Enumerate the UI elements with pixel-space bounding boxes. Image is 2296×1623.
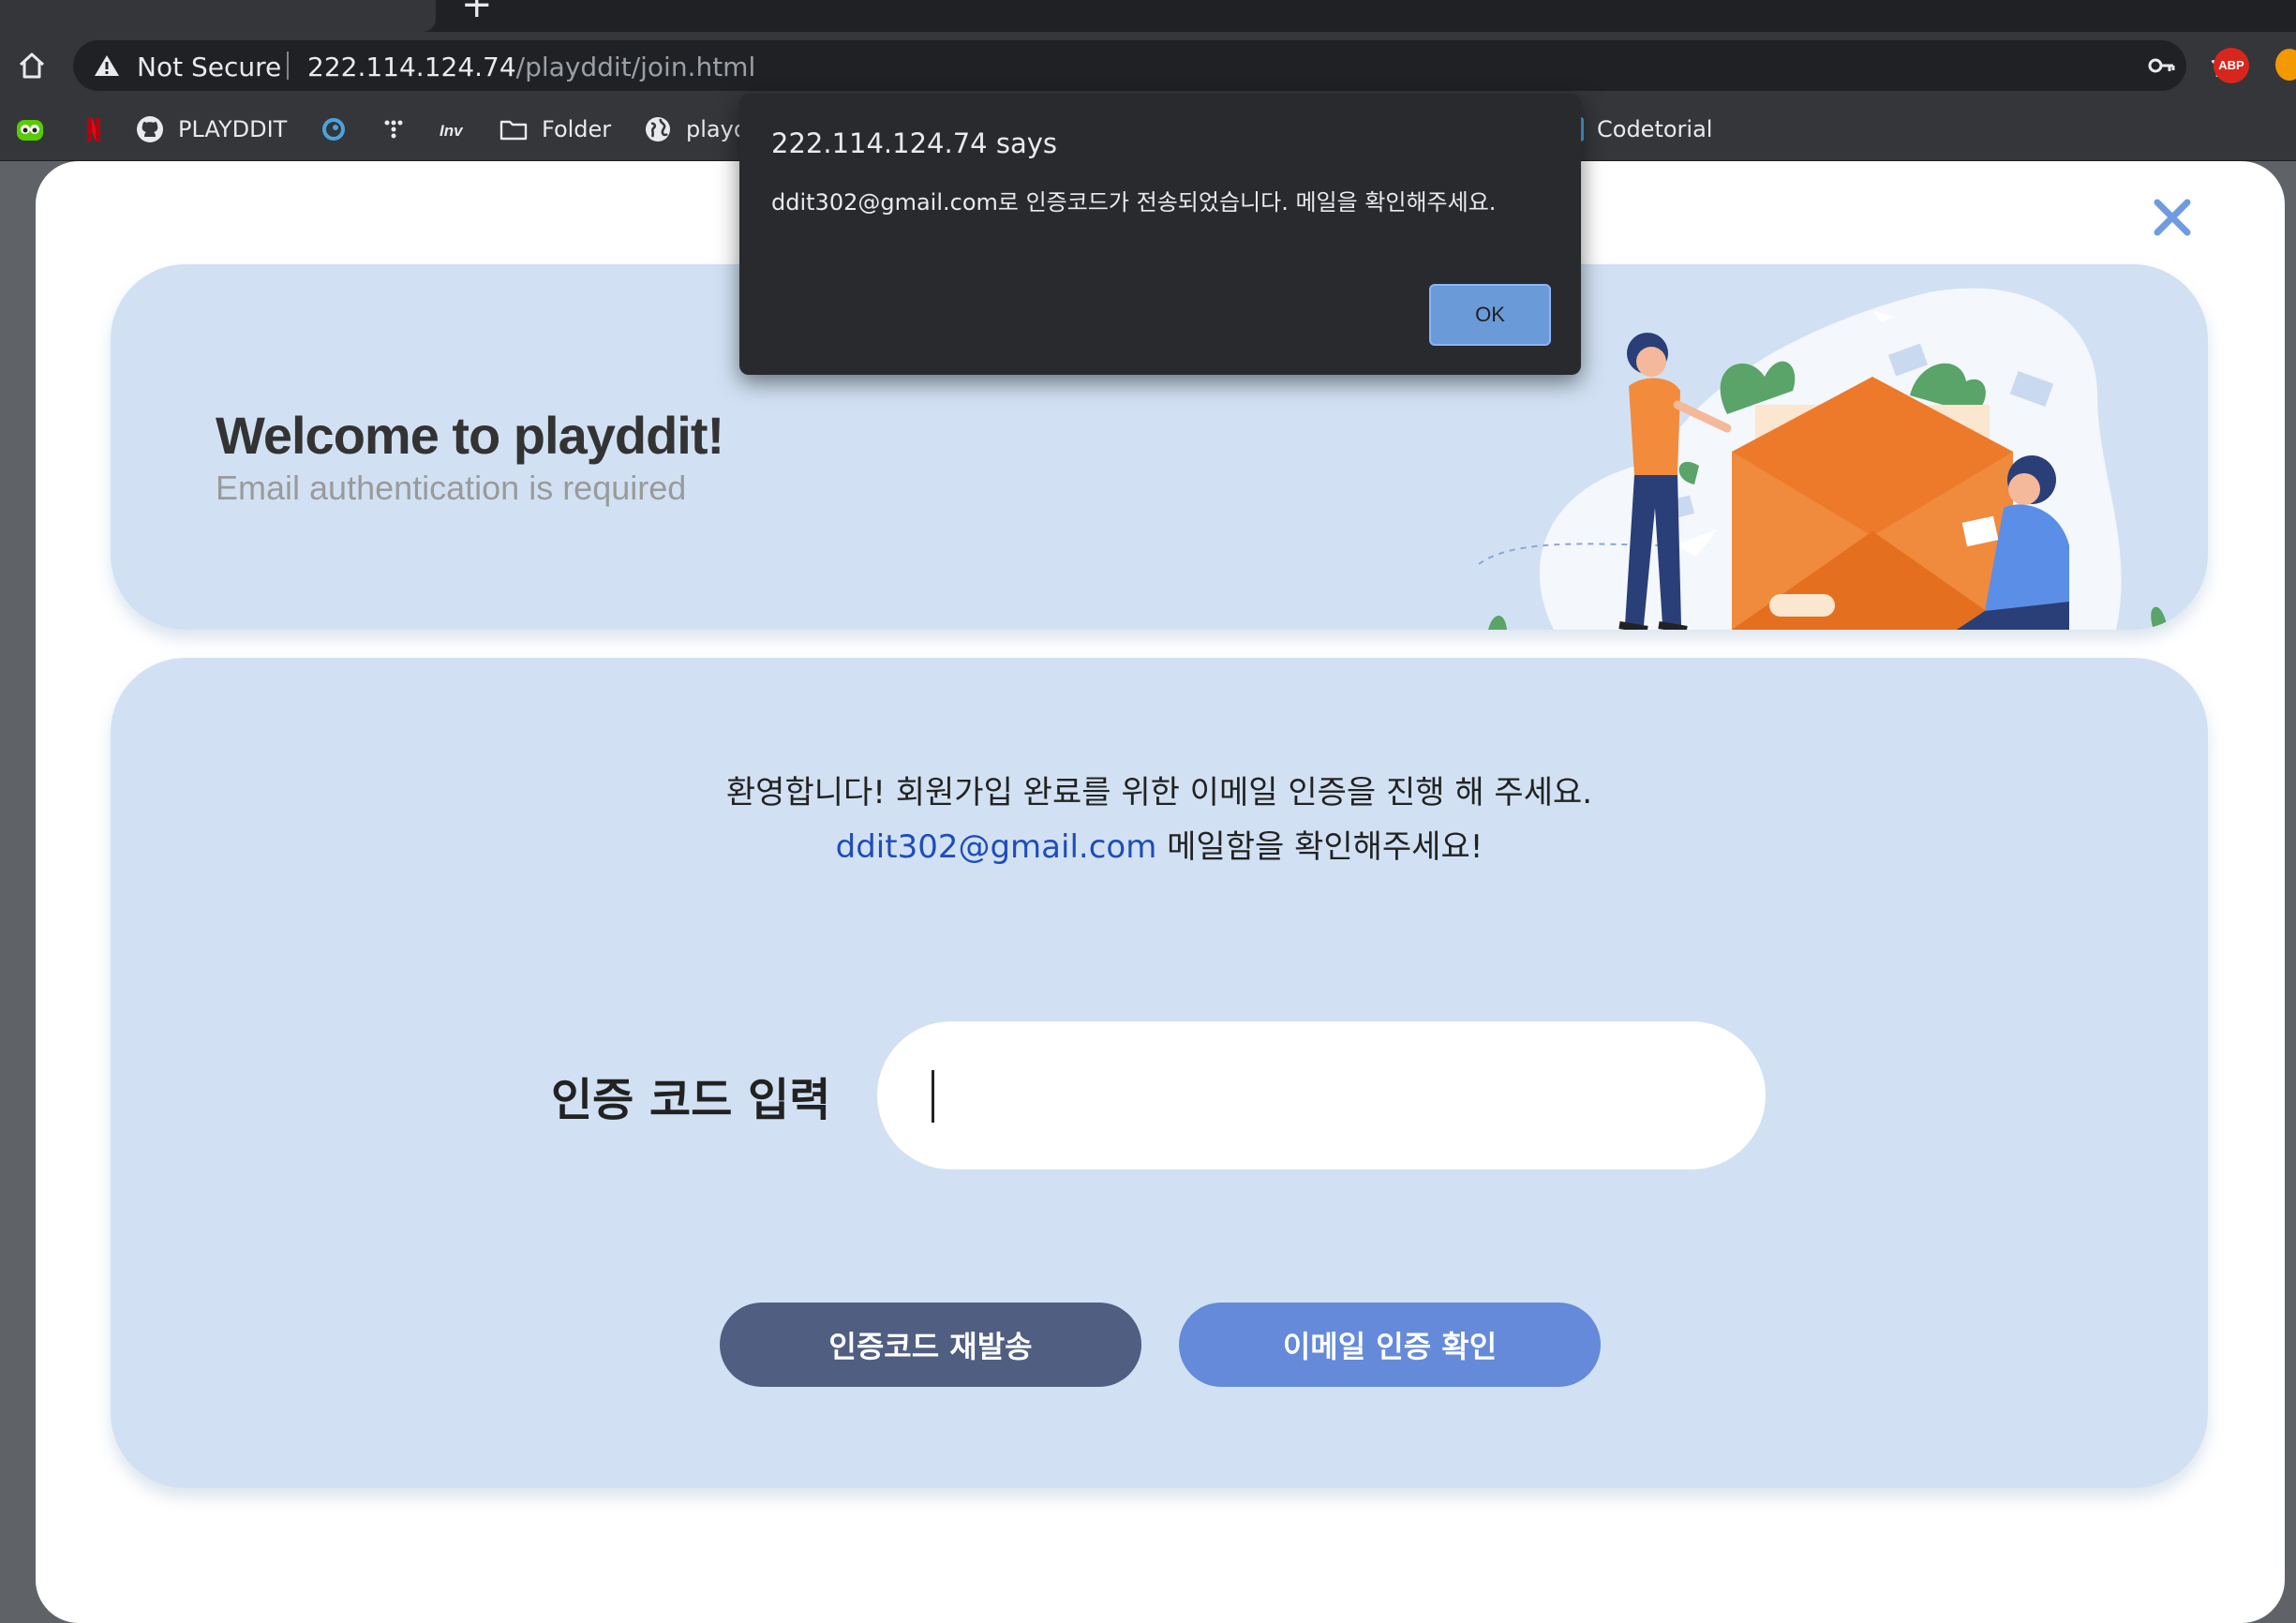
security-label[interactable]: Not Secure [137,52,281,82]
github-icon [137,116,163,142]
new-tab-icon[interactable]: + [461,0,493,26]
welcome-message: 환영합니다! 회원가입 완료를 위한 이메일 인증을 진행 해 주세요. [725,774,1593,812]
ok-button[interactable]: OK [1429,284,1551,346]
welcome-subtitle: Email authentication is required [216,469,687,507]
svg-text:Inv: Inv [440,122,464,140]
welcome-title: Welcome to playddit! [216,406,724,465]
resend-code-button[interactable]: 인증코드 재발송 [720,1303,1141,1387]
verify-email-button[interactable]: 이메일 인증 확인 [1179,1303,1601,1387]
browser-toolbar: Not Secure 222.114.124.74/playddit/join.… [0,32,2296,99]
bookmark-folder[interactable]: Folder [499,112,611,146]
bookmark-dots[interactable] [379,112,422,146]
bookmark-circle-app[interactable] [319,112,362,146]
adblock-icon[interactable]: ABP [2214,48,2249,83]
url-host: 222.114.124.74 [307,52,516,82]
verification-code-input[interactable] [877,1021,1766,1169]
bookmark-duolingo[interactable] [15,112,58,146]
alert-dialog: 222.114.124.74 says ddit302@gmail.com로 인… [739,94,1581,375]
text-caret [932,1070,934,1123]
netflix-icon [87,117,100,141]
bookmark-label: Folder [542,116,612,142]
dialog-message: ddit302@gmail.com로 인증코드가 전송되었습니다. 메일을 확인… [771,189,1497,216]
bookmark-codetorial[interactable]: Codetorial [1567,112,1712,146]
close-icon[interactable] [2152,197,2193,238]
bookmark-netflix[interactable] [79,112,122,146]
verification-panel: 환영합니다! 회원가입 완료를 위한 이메일 인증을 진행 해 주세요. ddi… [111,658,2208,1488]
owl-icon [17,120,43,141]
bookmark-label: PLAYDDIT [178,116,288,142]
bookmark-github-playddit[interactable]: PLAYDDIT [135,112,287,146]
folder-icon [499,120,528,141]
bookmark-label: Codetorial [1597,116,1713,142]
bookmark-playddit[interactable]: playd [643,112,748,146]
url-text[interactable]: 222.114.124.74/playddit/join.html [307,52,755,82]
inv-icon: Inv [440,122,464,140]
warning-icon [95,55,119,76]
tab-playddit[interactable]: playddit × [0,0,436,32]
globe-icon [646,117,670,141]
check-mail-suffix: 메일함을 확인해주세요! [1156,828,1483,866]
check-mail-message: ddit302@gmail.com 메일함을 확인해주세요! [111,821,2208,867]
dots-icon [384,120,403,139]
dialog-title: 222.114.124.74 says [771,127,1057,159]
home-icon[interactable] [15,49,49,82]
circle-app-icon [322,118,345,141]
email-address: ddit302@gmail.com [835,828,1157,866]
extension-icon[interactable] [2275,49,2296,81]
key-icon[interactable] [2147,52,2175,79]
address-bar[interactable]: Not Secure 222.114.124.74/playddit/join.… [73,40,2239,91]
tab-strip: playddit × + [0,0,2296,32]
bookmark-inv[interactable]: Inv [439,112,482,146]
omnibox-separator [287,52,289,80]
url-path: /playddit/join.html [515,52,756,82]
code-input-label: 인증 코드 입력 [551,1074,831,1126]
